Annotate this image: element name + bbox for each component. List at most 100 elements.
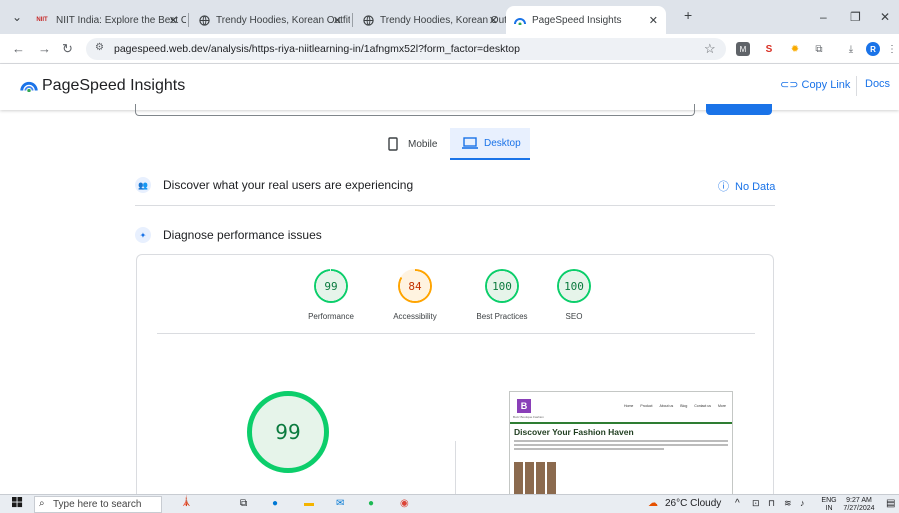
score-label: Accessibility [393,312,437,321]
search-icon: ⌕ [39,498,45,509]
final-screenshot-thumbnail[interactable]: B Buzz Boutique Fashion Home Product Abo… [509,391,733,495]
close-icon[interactable]: ✕ [649,14,658,27]
volume-icon[interactable]: ♪ [800,498,805,508]
preview-nav-item: More [718,404,726,408]
page-title[interactable]: PageSpeed Insights [42,77,185,95]
url-input-field[interactable] [135,104,695,116]
real-users-section-header[interactable]: 👥 Discover what your real users are expe… [135,170,775,200]
notifications-icon[interactable]: ▤ [886,498,895,509]
preview-nav-item: About us [659,404,674,408]
tray-chevron-icon[interactable]: ^ [735,498,740,509]
tab-trendy-hoodies-2[interactable]: Trendy Hoodies, Korean Outfits ✕ [354,8,506,32]
tab-mobile-label: Mobile [408,138,438,150]
forward-icon[interactable]: → [38,41,51,56]
windows-start-icon[interactable] [12,497,23,511]
pagespeed-icon [514,14,526,26]
tab-desktop[interactable]: Desktop [450,128,530,160]
accessibility-gauge[interactable]: 84 Accessibility [380,269,450,321]
site-info-icon[interactable]: ⚙ [95,42,104,53]
phone-icon [388,137,398,151]
tray-app-icon[interactable]: ⊡ [752,498,760,509]
download-icon[interactable]: ⤓ [844,42,858,56]
clock-time: 9:27 AM [846,497,872,504]
clock-date: 7/27/2024 [843,505,875,512]
address-bar-row: ← → ↻ ⚙ pagespeed.web.dev/analysis/https… [0,34,899,64]
menu-kebab-icon[interactable]: ⋮ [887,42,897,56]
score-circle: 100 [485,269,519,303]
score-label: Best Practices [476,312,528,321]
s-extension-icon[interactable]: S [762,42,776,56]
weather-text[interactable]: 26°C Cloudy [665,498,721,509]
mail-icon[interactable]: ✉ [336,498,344,509]
sun-extension-icon[interactable]: ✹ [788,42,802,56]
no-data-link[interactable]: ⓘ No Data [718,178,775,194]
performance-gauge[interactable]: 99 Performance [296,269,366,321]
preview-nav-item: Contact us [694,404,712,408]
browser-tab-strip: ⌄ NIIT NIIT India: Explore the Best Onl … [0,0,899,34]
analyze-button[interactable] [706,104,772,115]
header-divider [856,76,857,96]
lab-data-icon: ✦ [135,227,151,243]
tab-title: Trendy Hoodies, Korean Outfits [380,14,506,26]
section-divider [135,205,775,206]
gmail-extension-icon[interactable]: M [736,42,750,56]
tab-trendy-hoodies-1[interactable]: Trendy Hoodies, Korean Outfits ✕ [190,8,350,32]
seo-gauge[interactable]: 100 SEO [539,269,609,321]
spotify-icon[interactable]: ● [368,498,374,509]
extensions-puzzle-icon[interactable]: ⧉ [812,42,826,56]
performance-main-gauge: 99 [247,391,329,473]
score-circle: 100 [557,269,591,303]
tab-separator [352,13,353,27]
maximize-icon[interactable]: ❐ [850,10,861,24]
copy-link-button[interactable]: ⊂⊃ Copy Link [780,78,850,91]
file-explorer-icon[interactable]: ▬ [304,498,314,509]
main-score-value: 99 [275,420,301,444]
network-icon[interactable]: ⊓ [768,498,775,509]
task-view-icon[interactable]: ⧉ [240,498,247,509]
close-icon[interactable]: ✕ [169,14,178,27]
docs-link[interactable]: Docs [865,78,890,90]
laptop-icon [462,137,478,149]
new-tab-icon[interactable]: + [684,7,692,23]
close-window-icon[interactable]: ✕ [880,10,890,24]
diagnose-section-header[interactable]: ✦ Diagnose performance issues [135,220,775,250]
back-icon[interactable]: ← [12,41,25,56]
pagespeed-logo-icon[interactable] [20,79,38,97]
close-icon[interactable]: ✕ [333,14,342,27]
weather-icon[interactable]: ☁ [648,498,658,509]
vertical-divider [455,441,456,495]
edge-browser-icon[interactable]: ● [272,498,278,509]
tab-mobile[interactable]: Mobile [388,128,448,160]
widgets-paris-icon[interactable]: 🗼 [180,496,192,507]
tab-title: Trendy Hoodies, Korean Outfits [216,14,350,26]
minimize-icon[interactable]: – [820,10,827,24]
tab-niit[interactable]: NIIT NIIT India: Explore the Best Onl ✕ [26,8,186,32]
preview-paragraph [514,440,728,454]
globe-icon [198,14,210,26]
no-data-label: No Data [735,181,776,193]
score-circle: 99 [314,269,348,303]
language-indicator[interactable]: ENG IN [818,497,840,513]
score-label: Performance [308,312,354,321]
preview-headline: Discover Your Fashion Haven [514,427,634,437]
users-icon: 👥 [135,177,151,193]
wifi-icon[interactable]: ≋ [784,498,792,509]
clock[interactable]: 9:27 AM 7/27/2024 [840,497,878,513]
taskbar-search-input[interactable]: ⌕ Type here to search [34,496,162,513]
tab-pagespeed-insights[interactable]: PageSpeed Insights ✕ [506,6,666,34]
chrome-icon[interactable]: ◉ [400,498,409,509]
bookmark-star-icon[interactable]: ☆ [704,41,716,57]
url-bar[interactable]: ⚙ pagespeed.web.dev/analysis/https-riya-… [86,38,726,60]
preview-nav: Home Product About us Blog Contact us Mo… [624,404,726,408]
language-code: ENG [821,497,837,504]
reload-icon[interactable]: ↻ [62,41,73,57]
windows-taskbar: ⌕ Type here to search 🗼 ⧉ ● ▬ ✉ ● ◉ ☁ 26… [0,494,899,513]
tab-search-icon[interactable]: ⌄ [12,10,22,24]
profile-avatar[interactable]: R [866,42,880,56]
best-practices-gauge[interactable]: 100 Best Practices [465,269,539,321]
close-icon[interactable]: ✕ [489,14,498,27]
url-text: pagespeed.web.dev/analysis/https-riya-ni… [114,43,520,55]
niit-icon: NIIT [36,17,48,23]
brand-subtitle: Buzz Boutique Fashion [513,415,544,419]
tab-desktop-label: Desktop [484,137,521,149]
